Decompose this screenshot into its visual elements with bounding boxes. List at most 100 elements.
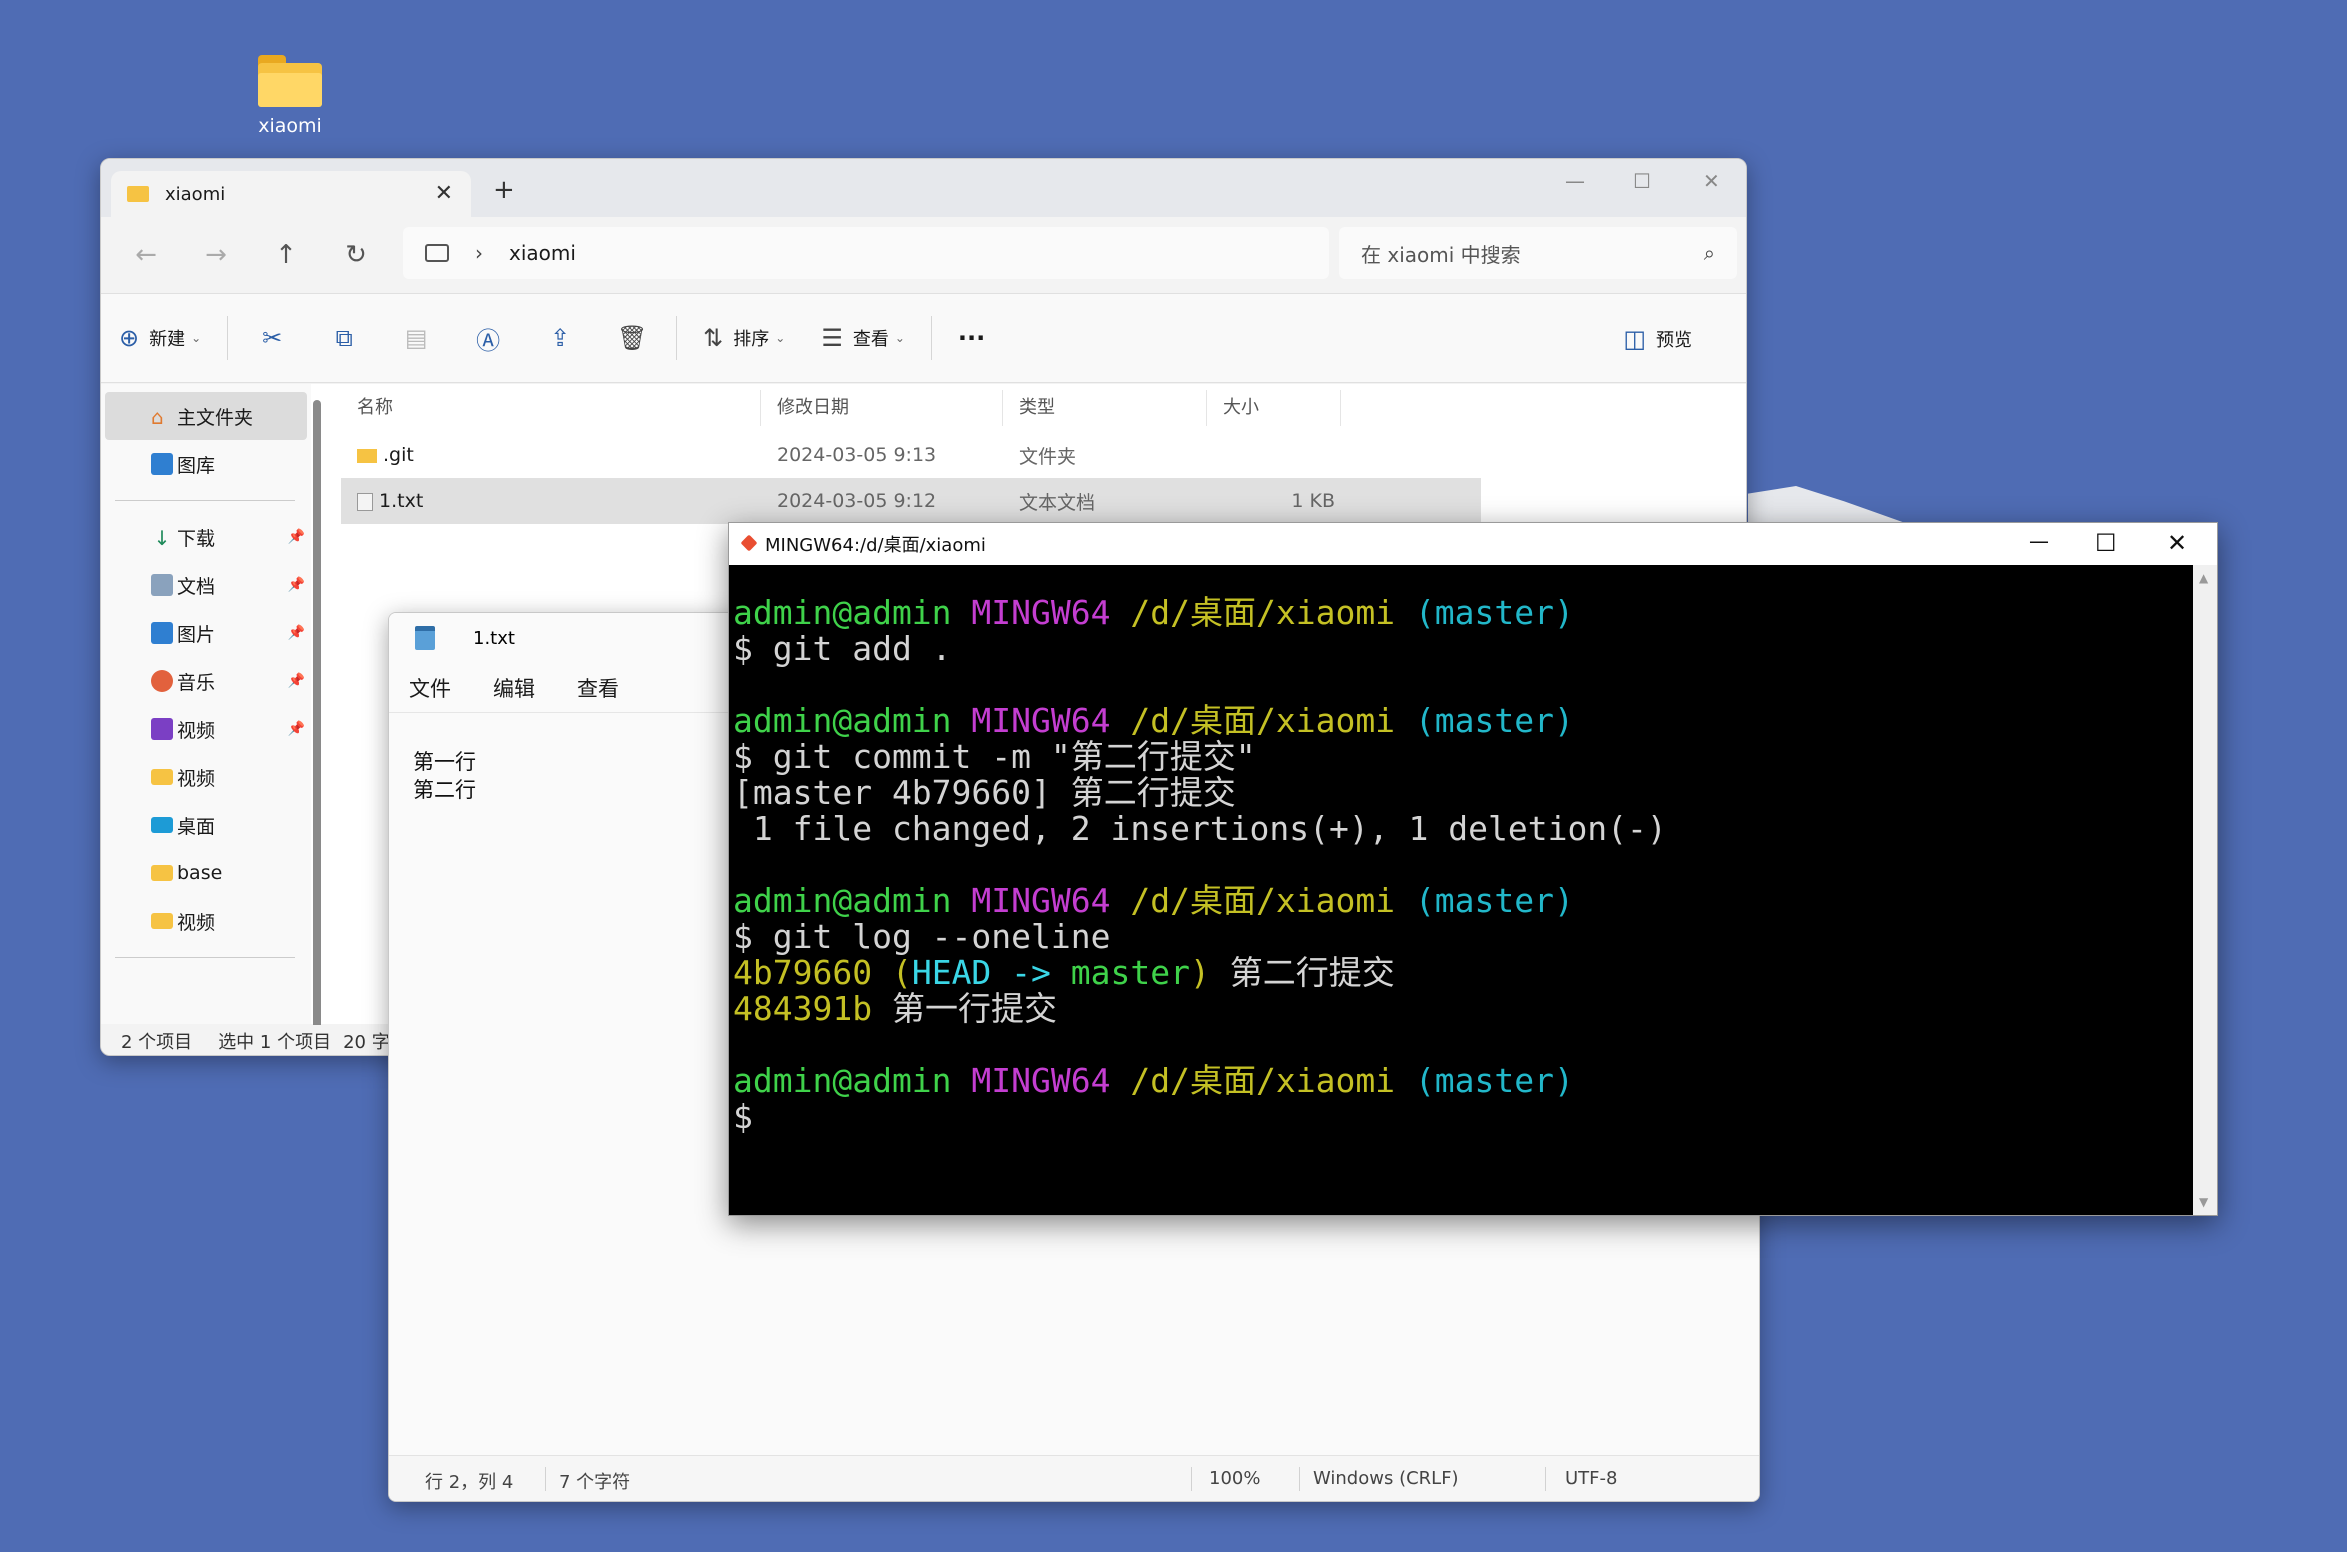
copy-button[interactable]: ⧉	[308, 313, 380, 363]
minimize-button[interactable]: —	[1565, 169, 1585, 193]
preview-pane-button[interactable]: ◫ 预览	[1605, 314, 1710, 364]
scissors-icon: ✂	[262, 324, 283, 352]
menu-file[interactable]: 文件	[409, 673, 451, 703]
new-label: 新建	[149, 329, 186, 350]
folder-icon	[357, 448, 377, 463]
scroll-down-icon[interactable]: ▼	[2199, 1195, 2208, 1209]
maximize-button[interactable]: ☐	[2095, 529, 2117, 557]
folder-icon	[151, 913, 173, 929]
preview-label: 预览	[1656, 330, 1692, 351]
address-bar[interactable]: › xiaomi	[403, 227, 1329, 279]
pin-icon[interactable]: 📌	[288, 529, 305, 545]
home-icon: ⌂	[151, 405, 164, 429]
terminal-scrollbar[interactable]: ▲ ▼	[2193, 565, 2217, 1215]
log-line: 4b79660 (HEAD -> master) 第二行提交	[733, 953, 1395, 992]
desktop-folder-xiaomi[interactable]: xiaomi	[240, 55, 340, 137]
column-header-type[interactable]: 类型	[1003, 390, 1207, 426]
command-line: $ git add .	[733, 629, 952, 668]
view-button[interactable]: ☰ 查看 ⌄	[803, 313, 923, 363]
sidebar-item-videos[interactable]: 视频 📌	[101, 705, 311, 753]
tab-title: xiaomi	[165, 183, 226, 205]
column-header-size[interactable]: 大小	[1207, 390, 1341, 426]
background-window-edge	[1748, 486, 1908, 524]
sidebar-item-downloads[interactable]: ↓ 下载 📌	[101, 513, 311, 561]
text-file-icon	[357, 492, 373, 511]
column-header-date[interactable]: 修改日期	[761, 390, 1003, 426]
sidebar-item-gallery[interactable]: 图库	[101, 440, 311, 488]
scroll-up-icon[interactable]: ▲	[2199, 571, 2208, 585]
desktop-icon-label: xiaomi	[258, 115, 322, 137]
up-button[interactable]: ↑	[251, 240, 321, 270]
videos-icon	[151, 718, 173, 740]
selected-size: 20 字	[343, 1032, 390, 1053]
sort-button[interactable]: ⇅ 排序 ⌄	[685, 313, 803, 363]
sidebar-item-desktop[interactable]: 桌面	[101, 801, 311, 849]
refresh-button[interactable]: ↻	[321, 240, 391, 270]
close-button[interactable]: ✕	[2167, 529, 2187, 557]
encoding: UTF-8	[1565, 1468, 1618, 1489]
sidebar-scrollbar[interactable]	[313, 400, 321, 1050]
sidebar-item-folder-videos[interactable]: 视频	[101, 753, 311, 801]
pin-icon[interactable]: 📌	[288, 625, 305, 641]
notepad-tab-1txt[interactable]: 1.txt	[389, 613, 729, 663]
search-input[interactable]: 在 xiaomi 中搜索 ⌕	[1339, 227, 1737, 279]
pin-icon[interactable]: 📌	[288, 577, 305, 593]
char-count: 7 个字符	[559, 1472, 631, 1493]
share-button[interactable]: ⇪	[524, 313, 596, 363]
sidebar-divider	[115, 957, 295, 958]
sidebar-item-pictures[interactable]: 图片 📌	[101, 609, 311, 657]
notepad-text-area[interactable]: 第一行 第二行	[413, 748, 476, 804]
sidebar-item-documents[interactable]: 文档 📌	[101, 561, 311, 609]
sidebar-item-label: 下载	[177, 527, 216, 550]
sort-icon: ⇅	[703, 324, 724, 352]
sidebar-item-label: 音乐	[177, 671, 216, 694]
sidebar-item-label: 视频	[177, 719, 216, 742]
selected-count: 选中 1 个项目	[218, 1032, 332, 1053]
back-button[interactable]: ←	[111, 240, 181, 270]
gallery-icon	[151, 453, 173, 475]
file-list-header: 名称 修改日期 类型 大小	[341, 384, 1481, 432]
file-row-1txt[interactable]: 1.txt 2024-03-05 9:12 文本文档 1 KB	[341, 478, 1481, 524]
new-button[interactable]: ⊕ 新建 ⌄	[101, 313, 219, 363]
terminal-output[interactable]: admin@admin MINGW64 /d/桌面/xiaomi (master…	[729, 565, 2193, 1215]
close-button[interactable]: ✕	[1703, 169, 1720, 193]
sidebar-item-base[interactable]: base	[101, 849, 311, 897]
download-icon: ↓	[153, 526, 171, 550]
chevron-right-icon[interactable]: ›	[475, 241, 483, 265]
folder-icon	[151, 769, 173, 785]
sidebar-item-label: 文档	[177, 575, 216, 598]
sidebar-item-folder-videos-2[interactable]: 视频	[101, 897, 311, 945]
column-header-name[interactable]: 名称	[341, 390, 761, 426]
line-ending: Windows (CRLF)	[1313, 1468, 1459, 1489]
sidebar-item-label: 视频	[177, 911, 216, 934]
breadcrumb-xiaomi[interactable]: xiaomi	[509, 241, 576, 265]
plus-circle-icon: ⊕	[119, 324, 140, 352]
command-line: $ git log --oneline	[733, 917, 1111, 956]
minimize-button[interactable]: —	[2029, 529, 2049, 553]
rename-button[interactable]: Ⓐ	[452, 313, 524, 363]
explorer-tab-xiaomi[interactable]: xiaomi ✕	[111, 171, 471, 217]
close-tab-icon[interactable]: ✕	[435, 181, 453, 206]
file-name: 1.txt	[379, 490, 424, 512]
maximize-button[interactable]: ☐	[1633, 169, 1651, 193]
folder-icon	[151, 865, 173, 881]
new-tab-button[interactable]: +	[493, 175, 515, 205]
sidebar-item-home[interactable]: ⌂ 主文件夹	[105, 392, 307, 440]
menu-view[interactable]: 查看	[577, 673, 619, 703]
menu-edit[interactable]: 编辑	[493, 673, 535, 703]
cut-button[interactable]: ✂	[236, 313, 308, 363]
pictures-icon	[151, 622, 173, 644]
paste-button[interactable]: ▤	[380, 313, 452, 363]
sidebar-item-label: 桌面	[177, 815, 216, 838]
pin-icon[interactable]: 📌	[288, 673, 305, 689]
file-row-git[interactable]: .git 2024-03-05 9:13 文件夹	[341, 432, 1481, 478]
sidebar-item-music[interactable]: 音乐 📌	[101, 657, 311, 705]
prompt-line: admin@admin MINGW64 /d/桌面/xiaomi (master…	[733, 701, 1574, 740]
forward-button[interactable]: →	[181, 240, 251, 270]
more-options-button[interactable]: ···	[940, 313, 1003, 363]
file-type: 文本文档	[1019, 491, 1096, 514]
navigation-pane: ⌂ 主文件夹 图库 ↓ 下载 📌 文档 📌 图片 📌 音乐 📌 视频 📌 视频 桌面 bas…	[101, 384, 311, 1024]
pin-icon[interactable]: 📌	[288, 721, 305, 737]
delete-button[interactable]: 🗑	[596, 313, 668, 363]
terminal-title: MINGW64:/d/桌面/xiaomi	[765, 535, 986, 556]
